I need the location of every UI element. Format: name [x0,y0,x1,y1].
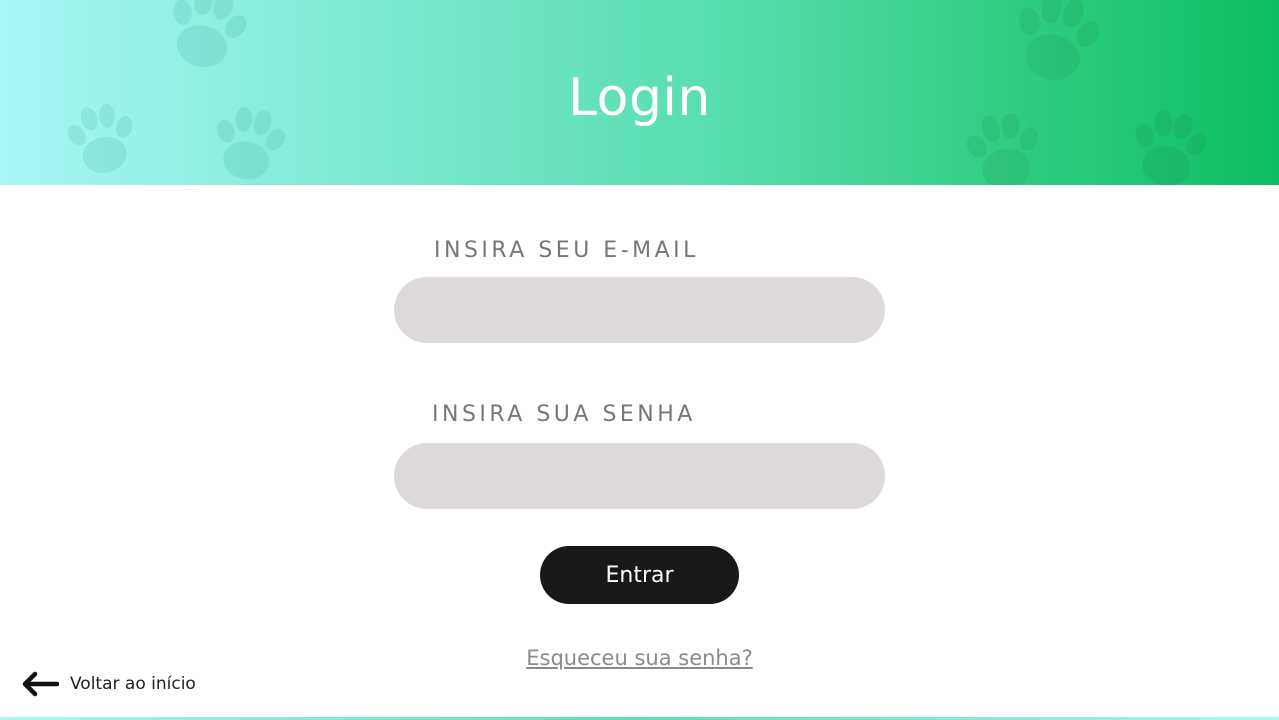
page-title: Login [568,68,711,128]
forgot-password-link-text[interactable]: Esqueceu sua senha? [526,646,753,670]
arrow-left-icon [22,671,59,697]
back-to-home-label: Voltar ao início [70,674,196,694]
password-label: INSIRA SUA SENHA [432,402,696,427]
email-field[interactable] [394,277,885,343]
password-field[interactable] [394,443,885,509]
email-label: INSIRA SEU E-MAIL [434,238,699,263]
forgot-password-link: Esqueceu sua senha? [0,646,1279,670]
header-banner: Login [0,0,1279,185]
back-to-home-link[interactable]: Voltar ao início [21,670,196,698]
login-button[interactable]: Entrar [540,546,739,604]
